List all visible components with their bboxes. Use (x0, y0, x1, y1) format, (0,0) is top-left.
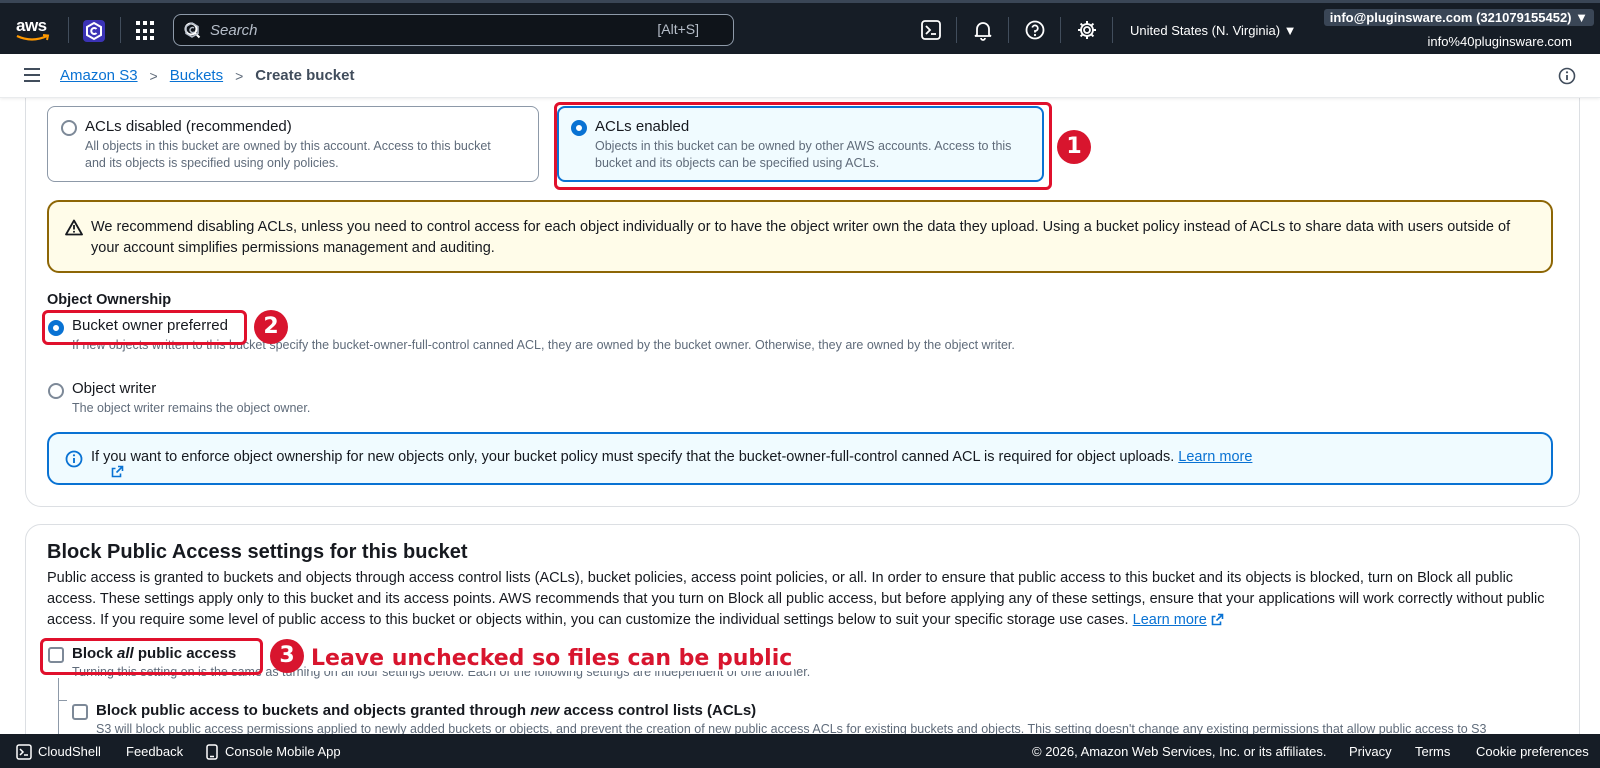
block-new-acls-title: Block public access to buckets and objec… (96, 702, 756, 719)
highlight-block-all-public-access (40, 638, 263, 675)
block-new-acls-checkbox[interactable] (72, 704, 88, 720)
acl-warning-alert: We recommend disabling ACLs, unless you … (47, 200, 1553, 273)
acl-warning-text: We recommend disabling ACLs, unless you … (91, 219, 1511, 256)
notifications-bell-icon[interactable] (972, 19, 994, 41)
footer-terms-link[interactable]: Terms (1415, 744, 1450, 759)
nav-divider (1112, 17, 1113, 43)
console-footer: CloudShell Feedback Console Mobile App ©… (0, 734, 1600, 768)
search-shortcut-hint: [Alt+S] (657, 21, 699, 37)
learn-more-label: Learn more (1178, 449, 1253, 465)
footer-cloudshell-label: CloudShell (38, 744, 101, 759)
footer-privacy-link[interactable]: Privacy (1349, 744, 1392, 759)
step-badge-3: 3 (270, 639, 304, 673)
nav-divider (120, 17, 121, 43)
aws-logo[interactable]: aws (16, 17, 52, 45)
cloudshell-icon[interactable] (920, 19, 942, 41)
ownership-info-text: If you want to enforce object ownership … (91, 449, 1175, 465)
external-link-icon (1211, 613, 1224, 626)
block-public-access-paragraph: Public access is granted to buckets and … (47, 568, 1557, 631)
step-badge-1: 1 (1057, 130, 1091, 164)
breadcrumb-bar: Amazon S3 > Buckets > Create bucket (0, 54, 1600, 98)
object-writer-desc: The object writer remains the object own… (72, 401, 311, 415)
breadcrumb-amazon-s3[interactable]: Amazon S3 (60, 67, 138, 84)
footer-mobile-app[interactable]: Console Mobile App (205, 744, 341, 760)
warning-triangle-icon (65, 219, 83, 236)
object-writer-radio[interactable] (48, 383, 64, 399)
nav-divider (956, 17, 957, 43)
shortcut-icon (185, 22, 199, 38)
breadcrumb: Amazon S3 > Buckets > Create bucket (60, 67, 355, 84)
search-input[interactable] (210, 19, 630, 41)
ownership-learn-more-link[interactable]: Learn more (111, 449, 1253, 478)
breadcrumb-current: Create bucket (255, 67, 355, 84)
info-circle-icon (65, 450, 83, 468)
footer-feedback[interactable]: Feedback (126, 744, 183, 759)
chevron-right-icon: > (235, 67, 244, 84)
title-part: access control lists (ACLs) (559, 702, 757, 719)
menu-hamburger-icon[interactable] (24, 68, 40, 82)
search-box[interactable]: [Alt+S] (173, 14, 734, 46)
chevron-right-icon: > (149, 67, 158, 84)
footer-mobile-app-label: Console Mobile App (225, 744, 341, 759)
user-name[interactable]: info%40pluginsware.com (1427, 34, 1572, 49)
object-writer-title: Object writer (72, 380, 157, 397)
mobile-phone-icon (206, 744, 218, 760)
info-panel-icon[interactable] (1558, 67, 1576, 85)
highlight-acls-enabled (554, 102, 1052, 190)
ownership-info-alert: If you want to enforce object ownership … (47, 432, 1553, 485)
title-emphasis: new (530, 702, 560, 719)
acls-disabled-radio[interactable] (61, 120, 77, 136)
nav-divider (1060, 17, 1061, 43)
aws-smile-icon (16, 34, 50, 41)
footer-copyright: © 2026, Amazon Web Services, Inc. or its… (1032, 744, 1327, 759)
help-icon[interactable] (1024, 19, 1046, 41)
cloudshell-icon (16, 744, 32, 760)
learn-more-label: Learn more (1132, 612, 1207, 628)
nav-divider (68, 17, 69, 43)
settings-tree-line (58, 678, 67, 738)
block-public-learn-more-link[interactable]: Learn more (1133, 612, 1224, 628)
acls-disabled-tile[interactable]: ACLs disabled (recommended) All objects … (47, 106, 539, 182)
ownership-info-paragraph: If you want to enforce object ownership … (91, 449, 1253, 478)
external-link-icon (111, 465, 124, 478)
step-badge-2: 2 (254, 310, 288, 344)
top-navigation: aws [Alt+S] United States (N. Virginia) … (0, 0, 1600, 54)
object-ownership-label: Object Ownership (47, 292, 172, 308)
block-public-access-heading: Block Public Access settings for this bu… (47, 541, 468, 563)
annotation-note: Leave unchecked so files can be public (309, 646, 795, 671)
title-part: Block public access to buckets and objec… (96, 702, 531, 719)
extension-icon[interactable] (82, 19, 106, 43)
region-selector[interactable]: United States (N. Virginia) ▼ (1130, 23, 1297, 38)
footer-cookie-preferences-link[interactable]: Cookie preferences (1476, 744, 1589, 759)
account-menu[interactable]: info@pluginsware.com (321079155452) ▼ (1323, 9, 1594, 26)
block-public-access-text: Public access is granted to buckets and … (47, 570, 1545, 628)
settings-gear-icon[interactable] (1076, 19, 1098, 41)
acls-disabled-title: ACLs disabled (recommended) (85, 118, 292, 135)
nav-divider (1008, 17, 1009, 43)
breadcrumb-buckets[interactable]: Buckets (170, 67, 223, 84)
services-grid-icon[interactable] (136, 21, 156, 41)
highlight-bucket-owner-preferred (42, 310, 247, 345)
footer-cloudshell[interactable]: CloudShell (16, 744, 101, 760)
acls-disabled-desc: All objects in this bucket are owned by … (85, 139, 491, 170)
